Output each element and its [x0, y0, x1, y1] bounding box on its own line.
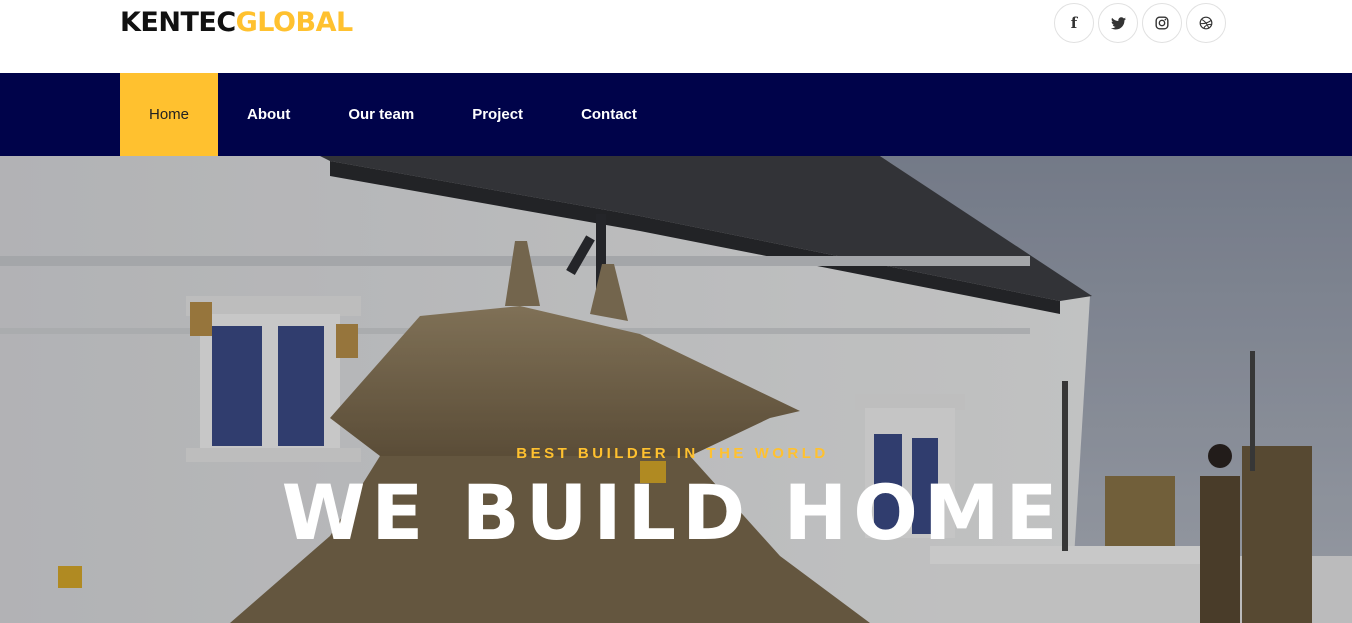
logo-text-accent: GLOBAL: [235, 7, 354, 38]
hero-banner: BEST BUILDER IN THE WORLD WE BUILD HOME: [0, 156, 1352, 623]
nav-item-project[interactable]: Project: [443, 73, 552, 156]
facebook-button[interactable]: f: [1054, 3, 1094, 43]
twitter-icon: [1110, 16, 1126, 29]
nav-item-contact[interactable]: Contact: [552, 73, 666, 156]
nav-item-about[interactable]: About: [218, 73, 319, 156]
nav-item-home[interactable]: Home: [120, 73, 219, 156]
social-links: f: [1054, 3, 1226, 43]
brand-logo[interactable]: KENTECGLOBAL: [120, 8, 353, 38]
hero-headline: WE BUILD HOME: [281, 468, 1064, 557]
dribbble-button[interactable]: [1186, 3, 1226, 43]
top-header: KENTECGLOBAL f: [0, 0, 1352, 73]
instagram-icon: [1155, 16, 1169, 30]
dribbble-icon: [1199, 16, 1213, 30]
twitter-button[interactable]: [1098, 3, 1138, 43]
logo-text-primary: KENTEC: [120, 7, 236, 38]
main-navigation: Home About Our team Project Contact: [0, 73, 1352, 156]
instagram-button[interactable]: [1142, 3, 1182, 43]
facebook-icon: f: [1070, 14, 1078, 32]
nav-item-our-team[interactable]: Our team: [319, 73, 443, 156]
hero-kicker: BEST BUILDER IN THE WORLD: [516, 445, 829, 462]
